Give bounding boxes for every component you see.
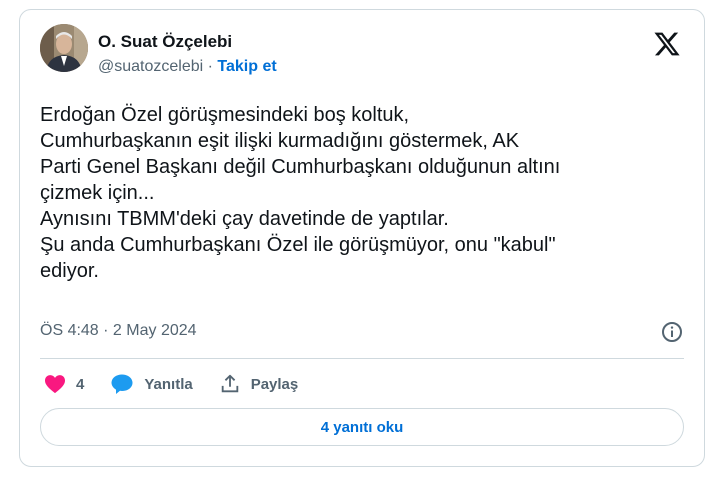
- divider: [40, 358, 684, 359]
- read-replies-button[interactable]: 4 yanıtı oku: [40, 408, 684, 446]
- like-count: 4: [76, 375, 85, 393]
- action-bar: 4 Yanıtla Paylaş: [44, 370, 324, 398]
- follow-link[interactable]: Takip et: [217, 58, 276, 75]
- handle-row: @suatozcelebi · Takip et: [98, 57, 277, 77]
- reply-bubble-icon: [111, 374, 133, 394]
- author-handle[interactable]: @suatozcelebi: [98, 58, 203, 75]
- heart-icon: [45, 375, 65, 394]
- reply-label: Yanıtla: [144, 375, 193, 393]
- author-name[interactable]: O. Suat Özçelebi: [98, 32, 277, 52]
- tweet-card: O. Suat Özçelebi @suatozcelebi · Takip e…: [19, 9, 705, 467]
- tweet-header: O. Suat Özçelebi @suatozcelebi · Takip e…: [40, 24, 684, 77]
- like-button[interactable]: 4: [44, 374, 84, 394]
- tweet-timestamp[interactable]: ÖS 4:48 · 2 May 2024: [40, 322, 197, 340]
- tweet-text: Erdoğan Özel görüşmesindeki boş koltuk, …: [40, 104, 561, 282]
- reply-button[interactable]: Yanıtla: [110, 373, 193, 395]
- share-label: Paylaş: [250, 375, 299, 393]
- share-button[interactable]: Paylaş: [219, 373, 299, 395]
- x-logo-icon[interactable]: [652, 30, 682, 58]
- author-block: O. Suat Özçelebi @suatozcelebi · Takip e…: [98, 32, 277, 77]
- avatar-image: [40, 24, 88, 72]
- share-icon: [221, 374, 238, 393]
- handle-separator: ·: [207, 58, 213, 75]
- info-icon[interactable]: [660, 320, 684, 344]
- avatar[interactable]: [40, 24, 88, 72]
